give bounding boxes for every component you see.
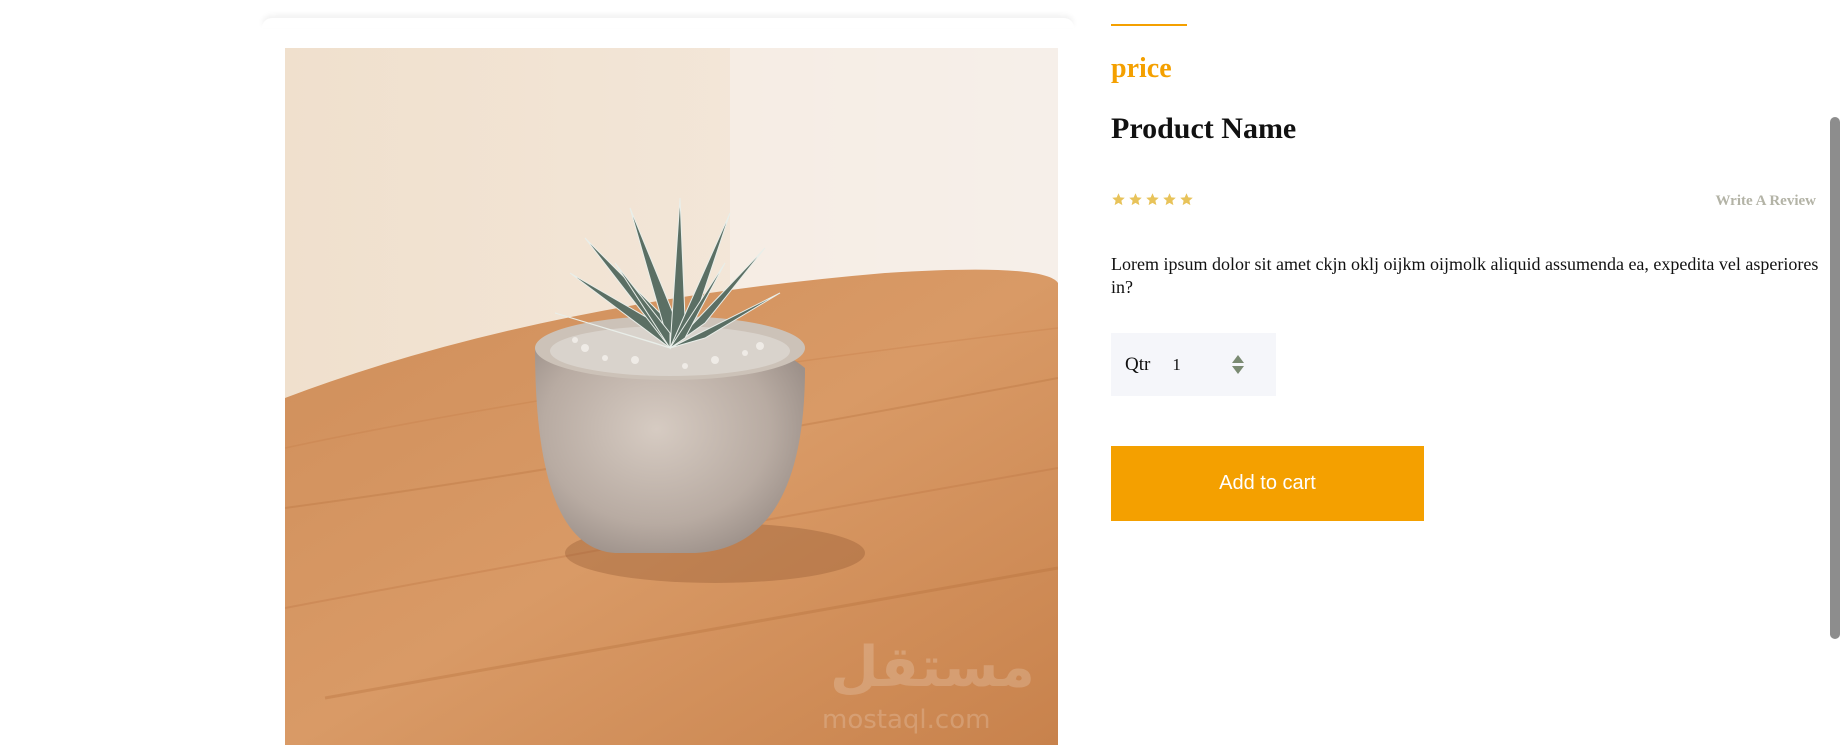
quantity-stepper: Qtr — [1111, 333, 1276, 396]
star-icon — [1163, 193, 1176, 206]
svg-text:مستقل: مستقل — [830, 635, 1035, 700]
decrement-arrow[interactable] — [1232, 366, 1245, 374]
stepper-arrows-icon[interactable] — [1232, 355, 1245, 374]
star-icon — [1112, 193, 1125, 206]
product-description: Lorem ipsum dolor sit amet ckjn oklj oij… — [1111, 254, 1819, 298]
svg-text:mostaql.com: mostaql.com — [822, 705, 990, 735]
product-image: مستقل mostaql.com — [285, 48, 1058, 745]
rating-stars — [1111, 192, 1194, 207]
quantity-label: Qtr — [1125, 353, 1151, 375]
product-price: price — [1111, 53, 1172, 84]
quantity-input[interactable] — [1170, 353, 1229, 376]
increment-arrow[interactable] — [1232, 355, 1245, 363]
product-name: Product Name — [1111, 112, 1297, 145]
write-review-link[interactable]: Write A Review — [1715, 193, 1816, 210]
star-icon — [1180, 193, 1193, 206]
star-icon — [1129, 193, 1142, 206]
accent-divider — [1111, 24, 1187, 26]
image-card-top — [262, 18, 1074, 28]
scrollbar-thumb[interactable] — [1830, 117, 1840, 639]
star-icon — [1146, 193, 1159, 206]
add-to-cart-button[interactable]: Add to cart — [1111, 446, 1424, 521]
